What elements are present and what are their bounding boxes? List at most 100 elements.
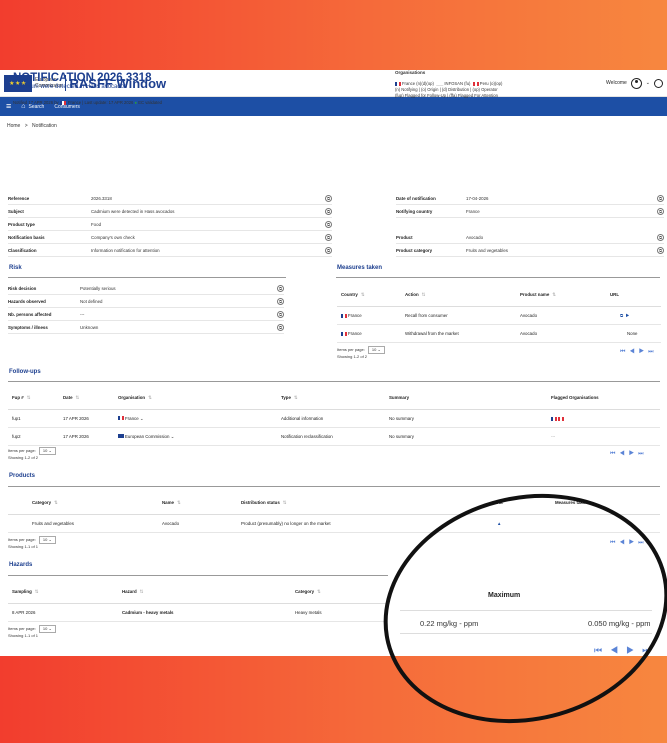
copy-icon[interactable]: ⧉ xyxy=(325,194,332,202)
field-label: Subject xyxy=(8,208,24,214)
field-row: Notification basis Company's own check ⧉ xyxy=(8,231,332,244)
col-flagged: Flagged Organisations xyxy=(551,395,599,400)
col-country[interactable]: Country ⇅ xyxy=(337,292,405,298)
copy-icon[interactable]: ⧉ xyxy=(657,207,664,215)
hazard-name: Cadmium - heavy metals xyxy=(122,610,174,615)
field-row: Product category Fruits and vegetables ⧉ xyxy=(396,244,664,257)
sort-icon[interactable]: ⇅ xyxy=(422,292,426,297)
org-infosan[interactable]: INFOSAN (fu) xyxy=(444,81,470,86)
copy-icon[interactable]: ⧉ xyxy=(277,323,284,331)
measure-action: Recall from consumer xyxy=(405,313,448,318)
risk-label: Hazards observed xyxy=(8,298,46,304)
copy-icon[interactable]: ⧉ xyxy=(325,220,332,228)
sort-icon[interactable]: ⇅ xyxy=(76,395,80,400)
hazards-title: Hazards xyxy=(9,562,33,568)
org-france[interactable]: France (n)(d)(op) xyxy=(402,81,434,86)
eu-flag-icon xyxy=(118,434,124,439)
sort-icon[interactable]: ⇅ xyxy=(283,500,287,505)
showing-text: Showing 1-1 of 1 xyxy=(8,544,39,549)
validated-text: EC validated xyxy=(138,100,162,105)
sort-icon[interactable]: ⇅ xyxy=(361,292,365,297)
col-sampling[interactable]: Sampling ⇅ xyxy=(8,589,122,595)
copy-icon[interactable]: ⧉ xyxy=(325,207,332,215)
breadcrumb-home[interactable]: Home xyxy=(7,123,20,129)
sort-icon[interactable]: ⇅ xyxy=(35,589,39,594)
followups-pager: Items per page: 10 ⌄ Showing 1-2 of 2 xyxy=(8,447,56,461)
copy-icon[interactable]: ⧉ xyxy=(620,313,623,318)
col-summary: Summary xyxy=(389,395,410,400)
page-title: NOTIFICATION 2026.3318 xyxy=(13,72,152,84)
sort-icon[interactable]: ⇅ xyxy=(54,500,58,505)
col-date[interactable]: Date ⇅ xyxy=(63,395,118,401)
field-value: Food xyxy=(91,221,102,227)
field-value: Fruits and vegetables xyxy=(466,247,508,253)
chevron-down-icon[interactable]: ⌄ xyxy=(171,434,175,439)
col-name[interactable]: Name ⇅ xyxy=(162,500,241,506)
measures-title: Measures taken xyxy=(337,265,383,271)
field-value: France xyxy=(466,208,480,214)
external-link-icon[interactable]: ▶ xyxy=(626,313,630,318)
sort-icon[interactable]: ⇅ xyxy=(148,395,152,400)
followups-table: Fup # ⇅ Date ⇅ Organisation ⇅ Type ⇅ Summary… xyxy=(8,386,660,446)
col-product-name[interactable]: Product name ⇅ xyxy=(520,292,610,298)
copy-icon[interactable]: ⧉ xyxy=(657,246,664,254)
page-size-select[interactable]: 10 ⌄ xyxy=(367,346,385,354)
risk-value: Unknown xyxy=(80,324,99,330)
measure-country: France xyxy=(348,331,362,336)
measures-page-arrows[interactable]: ⏮◀▶⏭ xyxy=(620,349,658,356)
copy-icon[interactable]: ⧉ xyxy=(277,284,284,292)
copy-icon[interactable]: ⧉ xyxy=(325,246,332,254)
fup-org: European Commission xyxy=(125,433,170,439)
sort-icon[interactable]: ⇅ xyxy=(317,589,321,594)
col-fup[interactable]: Fup # ⇅ xyxy=(8,395,63,401)
sort-icon[interactable]: ⇅ xyxy=(140,589,144,594)
sort-icon[interactable]: ⇅ xyxy=(27,395,31,400)
items-per-page-label: Items per page: xyxy=(8,537,36,542)
menu-icon[interactable]: ≡ xyxy=(6,102,11,111)
sort-icon[interactable]: ⇅ xyxy=(177,500,181,505)
measures-divider xyxy=(336,277,660,278)
copy-icon[interactable]: ⧉ xyxy=(657,233,664,241)
field-value: Company's own check xyxy=(91,234,135,240)
page-size-select[interactable]: 10 ⌄ xyxy=(38,625,56,633)
col-type[interactable]: Type ⇅ xyxy=(281,395,389,401)
notification-meta: Notified 17 APR 2026 by France | Last up… xyxy=(13,100,162,105)
followups-divider xyxy=(8,381,660,382)
copy-icon[interactable]: ⧉ xyxy=(277,297,284,305)
risk-row: Symptoms / illness Unknown ⧉ xyxy=(8,321,284,334)
france-flag-icon xyxy=(395,81,401,86)
measures-pager: Items per page: 10 ⌄ Showing 1-2 of 2 xyxy=(337,346,385,360)
copy-icon[interactable]: ⧉ xyxy=(325,233,332,241)
followups-page-arrows[interactable]: ⏮◀▶⏭ xyxy=(610,451,648,458)
page-size-select[interactable]: 10 ⌄ xyxy=(38,536,56,544)
organisations-box: Organisations France (n)(d)(op) ___ INFO… xyxy=(395,70,660,99)
col-organisation[interactable]: Organisation ⇅ xyxy=(118,395,281,401)
field-value: 17-04-2026 xyxy=(466,195,489,201)
field-row: Classification Information notification … xyxy=(8,244,332,257)
field-value: Cadmium were detected in Hass avocados xyxy=(91,208,175,214)
col-category[interactable]: Category ⇅ xyxy=(295,589,321,595)
measures-table: Country ⇅ Action ⇅ Product name ⇅ URL Franc… xyxy=(337,283,661,343)
page-size-select[interactable]: 10 ⌄ xyxy=(38,447,56,455)
fup-org: France xyxy=(125,415,139,421)
copy-icon[interactable]: ⧉ xyxy=(657,194,664,202)
measure-product: Avocado xyxy=(520,331,538,336)
flagged-org-flag-icon xyxy=(551,416,557,421)
risk-row: Nb. persons affected --- ⧉ xyxy=(8,308,284,321)
france-flag-icon xyxy=(341,313,347,318)
col-category[interactable]: Category ⇅ xyxy=(8,500,162,506)
table-header: Sampling ⇅ Hazard ⇅ Category ⇅ xyxy=(8,580,388,604)
sort-icon[interactable]: ⇅ xyxy=(294,395,298,400)
followups-title: Follow-ups xyxy=(9,369,41,375)
chevron-down-icon[interactable]: ⌄ xyxy=(140,416,144,421)
sort-icon[interactable]: ⇅ xyxy=(552,292,556,297)
risk-row: Hazards observed Not defined ⧉ xyxy=(8,295,284,308)
col-distribution-status[interactable]: Distribution status ⇅ xyxy=(241,500,497,506)
col-action[interactable]: Action ⇅ xyxy=(405,292,520,298)
hazards-divider xyxy=(8,575,388,576)
organisations-legend-2: (fup) Flagged for Follow-Up | (ffa) Flag… xyxy=(395,93,498,98)
copy-icon[interactable]: ⧉ xyxy=(277,310,284,318)
details-left: Reference 2026.3318 ⧉ Subject Cadmium we… xyxy=(8,192,332,257)
col-hazard[interactable]: Hazard ⇅ xyxy=(122,589,295,595)
org-peru[interactable]: Peru (o)(op) xyxy=(480,81,503,86)
